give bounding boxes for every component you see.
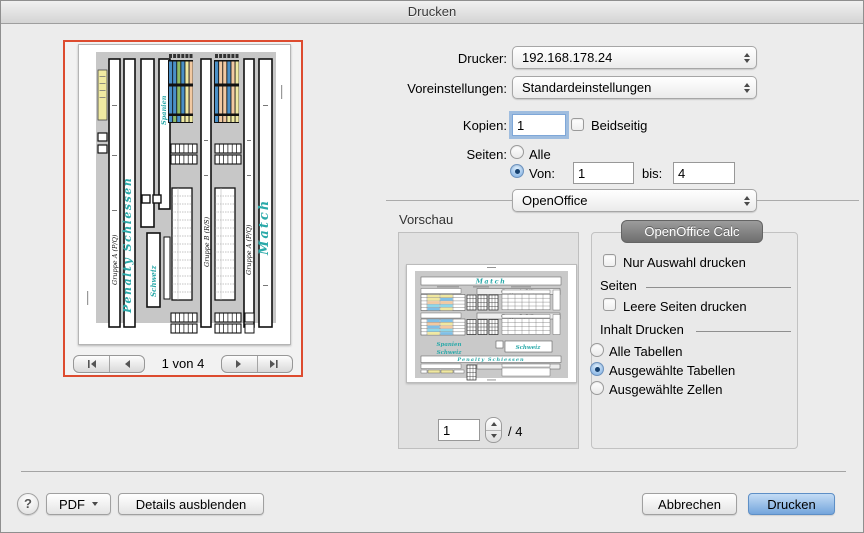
app-section-popup-value: OpenOffice	[522, 193, 588, 208]
pdf-button-label: PDF	[59, 497, 85, 512]
pages-to-input[interactable]	[673, 162, 735, 184]
empty-pages-checkbox[interactable]	[603, 298, 616, 311]
sheet-group-b-label: Gruppe B (R/S)	[203, 216, 211, 267]
printer-popup-value: 192.168.178.24	[522, 50, 612, 65]
printer-popup[interactable]: 192.168.178.24	[512, 46, 757, 69]
pages-all-label: Alle	[529, 147, 551, 162]
chevron-down-icon	[92, 502, 98, 506]
pages-all-radio[interactable]	[510, 145, 524, 159]
content-section-label: Inhalt Drucken	[600, 322, 684, 337]
hide-details-button[interactable]: Details ausblenden	[118, 493, 264, 515]
print-label: Drucken	[767, 497, 815, 512]
skip-to-last-icon	[269, 359, 280, 369]
sheet-penalty-title: Penalty Schiessen	[121, 177, 134, 314]
presets-popup-value: Standardeinstellungen	[522, 80, 651, 95]
page-preview-panel: Penalty Schiessen Match Gruppe A (P/Q) G…	[63, 40, 303, 377]
all-tables-radio[interactable]	[590, 343, 604, 357]
vorschau-penalty-title: Penalty Schiessen	[456, 357, 524, 363]
footer-divider	[21, 471, 846, 472]
popup-arrows-icon	[744, 196, 750, 206]
printer-label: Drucker:	[381, 51, 507, 66]
vorschau-team-schweiz-right: Schweiz	[516, 345, 542, 351]
copies-label: Kopien:	[381, 118, 507, 133]
window-title: Drucken	[408, 4, 456, 19]
calc-panel-tab: OpenOffice Calc	[621, 220, 763, 243]
popup-arrows-icon	[744, 83, 750, 93]
vorschau-page-stepper[interactable]	[485, 417, 502, 443]
sheet-group-a-label: Gruppe A (P/Q)	[111, 234, 119, 285]
help-button[interactable]: ?	[17, 493, 39, 515]
sheet-group-a-label-2: Gruppe A (P/Q)	[245, 224, 253, 275]
duplex-checkbox[interactable]	[571, 118, 584, 131]
next-icon	[234, 359, 244, 369]
sheet-team-spanien: Spanien	[160, 95, 168, 125]
content-section-line	[696, 331, 791, 332]
next-page-button[interactable]	[222, 356, 257, 372]
pages-section-label: Seiten	[600, 278, 637, 293]
vorschau-page: Match	[406, 264, 577, 383]
cancel-button[interactable]: Abbrechen	[642, 493, 737, 515]
app-section-popup[interactable]: OpenOffice	[512, 189, 757, 212]
cancel-label: Abbrechen	[658, 497, 721, 512]
empty-pages-label: Leere Seiten drucken	[623, 299, 747, 314]
help-icon: ?	[24, 496, 32, 511]
vorschau-label: Vorschau	[399, 212, 453, 227]
only-selection-checkbox[interactable]	[603, 254, 616, 267]
presets-popup[interactable]: Standardeinstellungen	[512, 76, 757, 99]
selected-tables-radio[interactable]	[590, 362, 604, 376]
print-dialog: Drucken	[0, 0, 864, 533]
all-tables-label: Alle Tabellen	[609, 344, 682, 359]
vorschau-box: Match	[398, 232, 579, 449]
stepper-up-icon[interactable]	[486, 418, 501, 431]
print-button[interactable]: Drucken	[748, 493, 835, 515]
popup-arrows-icon	[744, 53, 750, 63]
vorschau-team-spanien: Spanien	[437, 342, 462, 348]
copies-input[interactable]	[512, 114, 566, 136]
selected-cells-label: Ausgewählte Zellen	[609, 382, 722, 397]
pages-from-radio[interactable]	[510, 164, 524, 178]
duplex-label: Beidseitig	[591, 118, 647, 133]
pdf-menu-button[interactable]: PDF	[46, 493, 111, 515]
only-selection-label: Nur Auswahl drucken	[623, 255, 746, 270]
selected-cells-radio[interactable]	[590, 381, 604, 395]
vorschau-page-input[interactable]	[438, 419, 480, 441]
hide-details-label: Details ausblenden	[136, 497, 247, 512]
presets-label: Voreinstellungen:	[341, 81, 507, 96]
sheet-match-title: Match	[257, 199, 272, 256]
stepper-down-icon[interactable]	[486, 431, 501, 443]
vorschau-sheet-thumbnail: Match	[407, 265, 576, 382]
preview-page: Penalty Schiessen Match Gruppe A (P/Q) G…	[78, 44, 291, 345]
title-bar: Drucken	[1, 1, 863, 24]
vorschau-team-schweiz-left: Schweiz	[437, 350, 463, 356]
vorschau-total-label: / 4	[508, 424, 522, 439]
selected-tables-label: Ausgewählte Tabellen	[609, 363, 735, 378]
last-page-button[interactable]	[257, 356, 293, 372]
pages-from-label: Von:	[529, 166, 555, 181]
pages-label: Seiten:	[381, 147, 507, 162]
vorschau-match-title: Match	[475, 278, 507, 286]
preview-nav-forward-group	[221, 355, 293, 373]
rotated-sheet-thumbnail: Penalty Schiessen Match Gruppe A (P/Q) G…	[79, 45, 290, 344]
pages-to-label: bis:	[642, 166, 662, 181]
pages-from-input[interactable]	[573, 162, 634, 184]
sheet-team-schweiz: Schweiz	[149, 264, 158, 297]
pages-section-line	[646, 287, 791, 288]
